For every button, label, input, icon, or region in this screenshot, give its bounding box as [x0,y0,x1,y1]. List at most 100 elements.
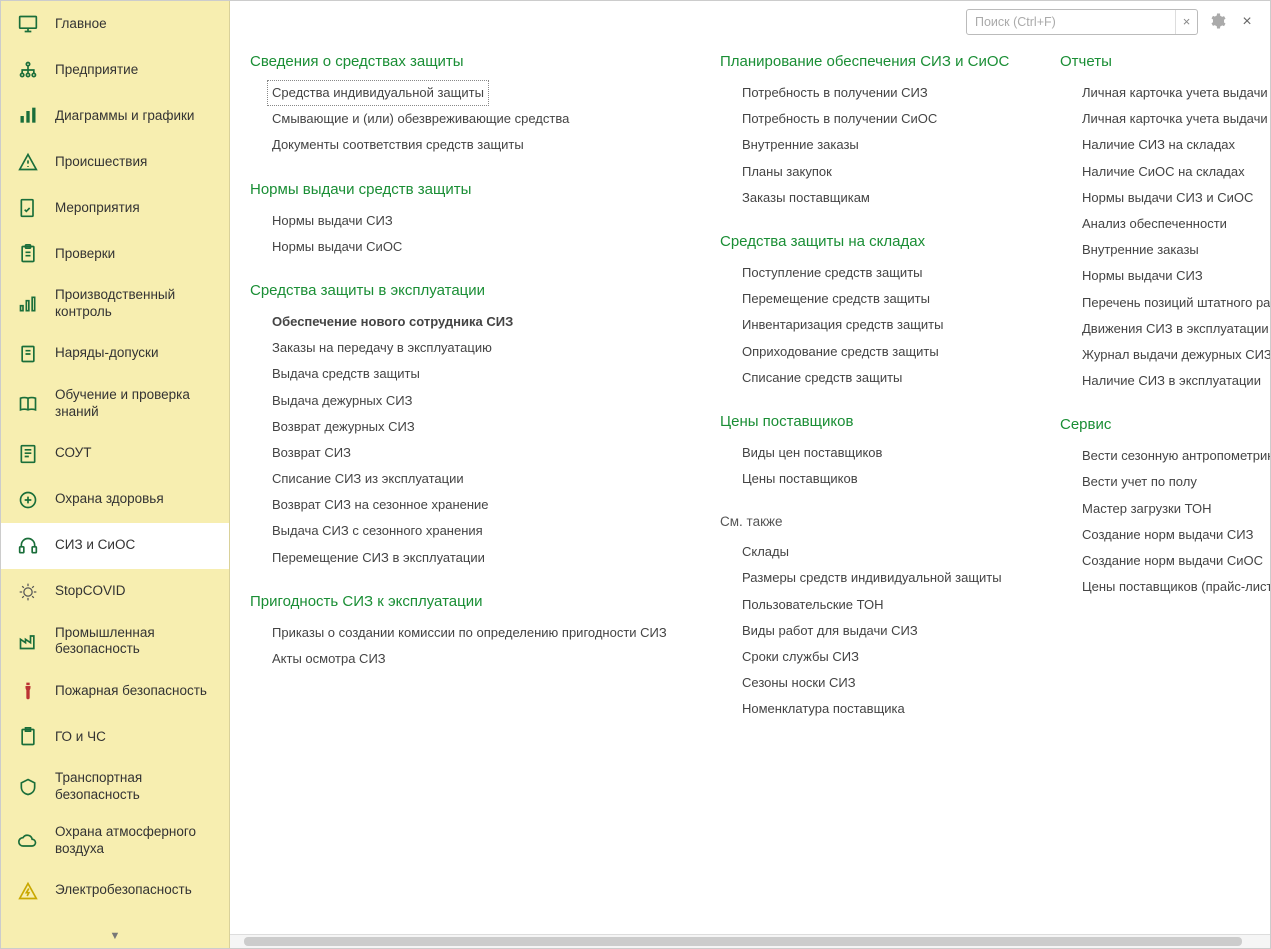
link-item[interactable]: Перемещение средств защиты [742,286,1030,312]
scrollbar-thumb[interactable] [244,937,1242,946]
link-item[interactable]: Потребность в получении СиОС [742,106,1030,132]
sidebar-item-label: СОУТ [55,445,91,462]
link-item[interactable]: Нормы выдачи СИЗ и СиОС [1082,185,1270,211]
sidebar-item-16[interactable]: Транспортная безопасность [1,760,229,814]
link-item[interactable]: Инвентаризация средств защиты [742,312,1030,338]
link-item[interactable]: Анализ обеспеченности [1082,211,1270,237]
sidebar-item-14[interactable]: Пожарная безопасность [1,668,229,714]
section-title[interactable]: Средства защиты в эксплуатации [250,282,690,299]
link-item[interactable]: Оприходование средств защиты [742,339,1030,365]
section-title[interactable]: Сервис [1060,416,1270,433]
link-item[interactable]: Планы закупок [742,159,1030,185]
section-title[interactable]: Пригодность СИЗ к эксплуатации [250,593,690,610]
doc-lines-icon [15,442,41,466]
link-item[interactable]: Номенклатура поставщика [742,696,1030,722]
link-list: СкладыРазмеры средств индивидуальной защ… [720,539,1030,722]
link-item[interactable]: Вести учет по полу [1082,469,1270,495]
permit-icon [15,342,41,366]
link-item[interactable]: Выдача дежурных СИЗ [272,388,690,414]
sidebar-item-18[interactable]: Электробезопасность [1,868,229,914]
link-item[interactable]: Создание норм выдачи СиОС [1082,548,1270,574]
link-item[interactable]: Личная карточка учета выдачи С [1082,106,1270,132]
link-item[interactable]: Виды цен поставщиков [742,440,1030,466]
search-clear-button[interactable]: × [1175,10,1197,34]
link-item[interactable]: Выдача средств защиты [272,361,690,387]
settings-button[interactable] [1206,11,1228,33]
sidebar-item-1[interactable]: Предприятие [1,47,229,93]
link-item[interactable]: Выдача СИЗ с сезонного хранения [272,518,690,544]
link-item[interactable]: Внутренние заказы [1082,237,1270,263]
search-input[interactable] [967,15,1175,29]
sidebar-item-17[interactable]: Охрана атмосферного воздуха [1,814,229,868]
link-item[interactable]: Цены поставщиков [742,466,1030,492]
sidebar-item-11[interactable]: СИЗ и СиОС [1,523,229,569]
sidebar-item-15[interactable]: ГО и ЧС [1,714,229,760]
sidebar-item-9[interactable]: СОУТ [1,431,229,477]
sidebar-item-10[interactable]: Охрана здоровья [1,477,229,523]
link-item[interactable]: Склады [742,539,1030,565]
link-item[interactable]: Документы соответствия средств защиты [272,132,690,158]
link-item[interactable]: Виды работ для выдачи СИЗ [742,618,1030,644]
link-item[interactable]: Списание средств защиты [742,365,1030,391]
link-item[interactable]: Внутренние заказы [742,132,1030,158]
sidebar-item-13[interactable]: Промышленная безопасность [1,615,229,669]
link-item[interactable]: Возврат СИЗ на сезонное хранение [272,492,690,518]
link-item[interactable]: Наличие СИЗ на складах [1082,132,1270,158]
sidebar-item-3[interactable]: Происшествия [1,139,229,185]
link-item[interactable]: Приказы о создании комиссии по определен… [272,620,690,646]
link-list: Приказы о создании комиссии по определен… [250,620,690,672]
section: Пригодность СИЗ к эксплуатации Приказы о … [250,593,690,672]
link-item[interactable]: Наличие СИЗ в эксплуатации [1082,368,1270,394]
link-item[interactable]: Перемещение СИЗ в эксплуатации [272,545,690,571]
sidebar-expand-toggle[interactable]: ▼ [1,924,229,948]
section-title[interactable]: Сведения о средствах защиты [250,53,690,70]
section: Сервис Вести сезонную антропометриюВести … [1060,416,1270,600]
sidebar-item-8[interactable]: Обучение и проверка знаний [1,377,229,431]
link-item[interactable]: Личная карточка учета выдачи С [1082,80,1270,106]
sidebar-item-5[interactable]: Проверки [1,231,229,277]
link-item[interactable]: Поступление средств защиты [742,260,1030,286]
link-item[interactable]: Потребность в получении СИЗ [742,80,1030,106]
link-item[interactable]: Размеры средств индивидуальной защиты [742,565,1030,591]
link-item[interactable]: Перечень позиций штатного рас [1082,290,1270,316]
link-item[interactable]: Списание СИЗ из эксплуатации [272,466,690,492]
section-title[interactable]: Средства защиты на складах [720,233,1030,250]
chart-icon [15,104,41,128]
link-item[interactable]: Смывающие и (или) обезвреживающие средст… [272,106,690,132]
link-item[interactable]: Средства индивидуальной защиты [267,80,489,106]
content: Сведения о средствах защиты Средства инди… [230,43,1270,934]
link-item[interactable]: Создание норм выдачи СИЗ [1082,522,1270,548]
link-item[interactable]: Заказы на передачу в эксплуатацию [272,335,690,361]
sidebar-item-7[interactable]: Наряды-допуски [1,331,229,377]
sidebar: ГлавноеПредприятиеДиаграммы и графикиПро… [1,1,230,948]
sidebar-item-4[interactable]: Мероприятия [1,185,229,231]
link-item[interactable]: Нормы выдачи СИЗ [1082,263,1270,289]
link-item[interactable]: Сроки службы СИЗ [742,644,1030,670]
sidebar-item-12[interactable]: StopCOVID [1,569,229,615]
section: Средства защиты на складах Поступление ср… [720,233,1030,391]
link-item[interactable]: Движения СИЗ в эксплуатации [1082,316,1270,342]
sidebar-item-6[interactable]: Производственный контроль [1,277,229,331]
section-title[interactable]: Нормы выдачи средств защиты [250,181,690,198]
section-title[interactable]: Планирование обеспечения СИЗ и СиОС [720,53,1030,70]
sidebar-item-0[interactable]: Главное [1,1,229,47]
link-item[interactable]: Наличие СиОС на складах [1082,159,1270,185]
sidebar-item-2[interactable]: Диаграммы и графики [1,93,229,139]
link-item[interactable]: Возврат дежурных СИЗ [272,414,690,440]
link-item[interactable]: Нормы выдачи СИЗ [272,208,690,234]
section-title[interactable]: Отчеты [1060,53,1270,70]
horizontal-scrollbar[interactable] [230,934,1270,948]
link-item[interactable]: Сезоны носки СИЗ [742,670,1030,696]
link-item[interactable]: Возврат СИЗ [272,440,690,466]
link-item[interactable]: Обеспечение нового сотрудника СИЗ [272,309,690,335]
close-button[interactable]: × [1236,11,1258,33]
link-item[interactable]: Вести сезонную антропометрию [1082,443,1270,469]
link-item[interactable]: Журнал выдачи дежурных СИЗ [1082,342,1270,368]
link-item[interactable]: Акты осмотра СИЗ [272,646,690,672]
section-title[interactable]: Цены поставщиков [720,413,1030,430]
link-item[interactable]: Пользовательские ТОН [742,592,1030,618]
link-item[interactable]: Нормы выдачи СиОС [272,234,690,260]
link-item[interactable]: Цены поставщиков (прайс-листь [1082,574,1270,600]
link-item[interactable]: Мастер загрузки ТОН [1082,496,1270,522]
link-item[interactable]: Заказы поставщикам [742,185,1030,211]
